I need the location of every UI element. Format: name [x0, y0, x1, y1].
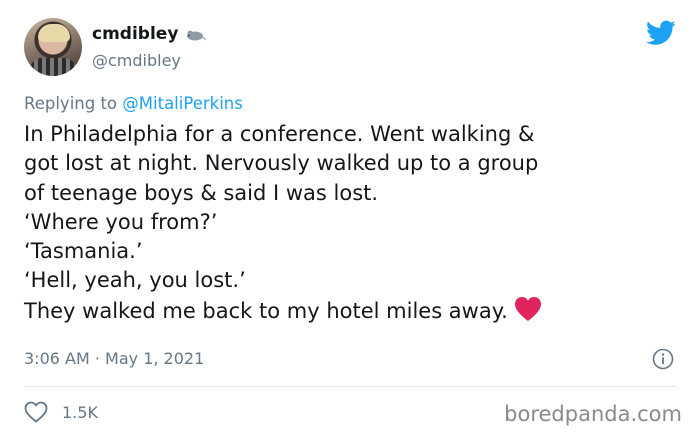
- tweet-last-line: They walked me back to my hotel miles aw…: [24, 296, 680, 326]
- tweet-line: In Philadelphia for a conference. Went w…: [24, 122, 535, 146]
- divider: [24, 386, 676, 387]
- red-heart-emoji-icon: [514, 296, 541, 321]
- author-name-row[interactable]: cmdibley: [92, 24, 207, 44]
- reply-prefix: Replying to: [24, 94, 118, 113]
- heart-outline-icon[interactable]: [24, 401, 48, 423]
- tweet-line: of teenage boys & said I was lost.: [24, 180, 379, 205]
- reply-mention-link[interactable]: @MitaliPerkins: [122, 94, 243, 113]
- rat-emoji-icon: [187, 30, 207, 41]
- tweet-line: ‘Where you from?’: [24, 209, 218, 234]
- likes-count: 1.5K: [62, 402, 98, 422]
- tweet-text: In Philadelphia for a conference. Went w…: [24, 120, 680, 326]
- tweet-line: ‘Hell, yeah, you lost.’: [24, 268, 246, 293]
- info-icon[interactable]: [652, 348, 674, 370]
- twitter-bird-icon[interactable]: [646, 20, 676, 46]
- avatar-shirt: [30, 58, 76, 76]
- replying-to-line: Replying to @MitaliPerkins: [24, 94, 243, 113]
- tweet-line: ‘Tasmania.’: [24, 239, 143, 264]
- tweet-timestamp[interactable]: 3:06 AM · May 1, 2021: [24, 349, 204, 368]
- author-display-name[interactable]: cmdibley: [92, 24, 178, 44]
- like-action[interactable]: 1.5K: [24, 401, 98, 423]
- watermark: boredpanda.com: [504, 402, 682, 426]
- avatar[interactable]: [24, 18, 82, 76]
- author-handle[interactable]: @cmdibley: [92, 51, 181, 70]
- tweet-line: got lost at night. Nervously walked up t…: [24, 151, 539, 176]
- avatar-hair: [38, 24, 70, 42]
- tweet-line: They walked me back to my hotel miles aw…: [24, 298, 508, 323]
- tweet-card: cmdibley @cmdibley Replying to @MitaliPe…: [0, 0, 700, 440]
